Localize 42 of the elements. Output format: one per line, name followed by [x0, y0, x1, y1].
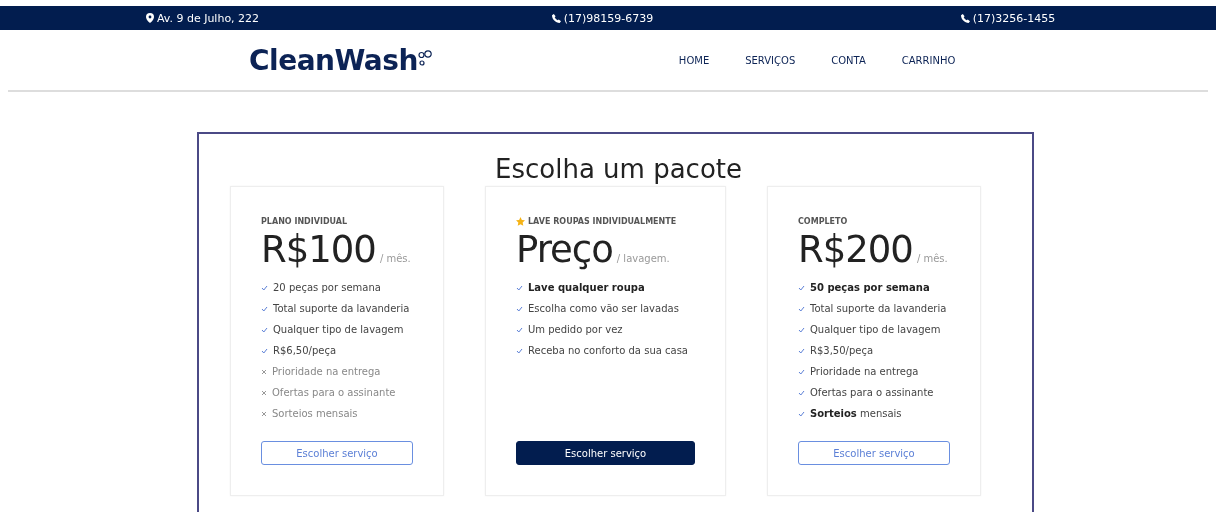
- feature-text: Lave qualquer roupa: [528, 282, 645, 293]
- plan-label: LAVE ROUPAS INDIVIDUALMENTE: [528, 217, 677, 226]
- nav-link[interactable]: CONTA: [831, 54, 866, 66]
- feature-text: Sorteios mensais: [272, 408, 358, 419]
- feature-text: 20 peças por semana: [273, 282, 381, 293]
- map-pin-icon: [145, 13, 154, 23]
- feature-text: Um pedido por vez: [528, 324, 623, 335]
- plan-label: COMPLETO: [798, 217, 848, 226]
- phone-text: (17)3256-1455: [972, 11, 1056, 25]
- price-period: / mês.: [379, 253, 411, 264]
- feature-text: Total suporte da lavanderia: [273, 303, 410, 314]
- address-text: Av. 9 de Julho, 222: [156, 11, 260, 25]
- section-title: Escolha um pacote: [495, 154, 742, 184]
- choose-service-button[interactable]: Escolher serviço: [798, 441, 950, 465]
- plan-price: Preço: [516, 228, 613, 271]
- phone-icon: [960, 13, 970, 23]
- price-period: / lavagem.: [616, 253, 670, 264]
- plan-price: R$100: [261, 228, 376, 271]
- nav-link[interactable]: HOME: [678, 54, 710, 66]
- feature-text: Sorteios mensais: [810, 408, 902, 419]
- nav-link[interactable]: CARRINHO: [901, 54, 956, 66]
- choose-service-button[interactable]: Escolher serviço: [516, 441, 695, 465]
- plan-label: PLANO INDIVIDUAL: [261, 217, 348, 226]
- feature-text: Prioridade na entrega: [810, 366, 919, 377]
- logo[interactable]: CleanWash: [249, 43, 418, 77]
- feature-text: Total suporte da lavanderia: [810, 303, 947, 314]
- phone-icon: [551, 13, 561, 23]
- feature-text: R$3,50/peça: [810, 345, 874, 356]
- feature-text: Receba no conforto da sua casa: [528, 345, 688, 356]
- feature-text: R$6,50/peça: [273, 345, 337, 356]
- price-period: / mês.: [916, 253, 948, 264]
- nav-link[interactable]: SERVIÇOS: [745, 54, 796, 66]
- feature-text: 50 peças por semana: [810, 282, 930, 293]
- feature-text: Escolha como vão ser lavadas: [528, 303, 679, 314]
- choose-service-button[interactable]: Escolher serviço: [261, 441, 413, 465]
- plan-price: R$200: [798, 228, 913, 271]
- feature-text: Ofertas para o assinante: [810, 387, 934, 398]
- feature-text: Ofertas para o assinante: [272, 387, 396, 398]
- feature-text: Prioridade na entrega: [272, 366, 381, 377]
- feature-text: Qualquer tipo de lavagem: [810, 324, 941, 335]
- phone-text: (17)98159-6739: [563, 11, 654, 25]
- feature-text: Qualquer tipo de lavagem: [273, 324, 404, 335]
